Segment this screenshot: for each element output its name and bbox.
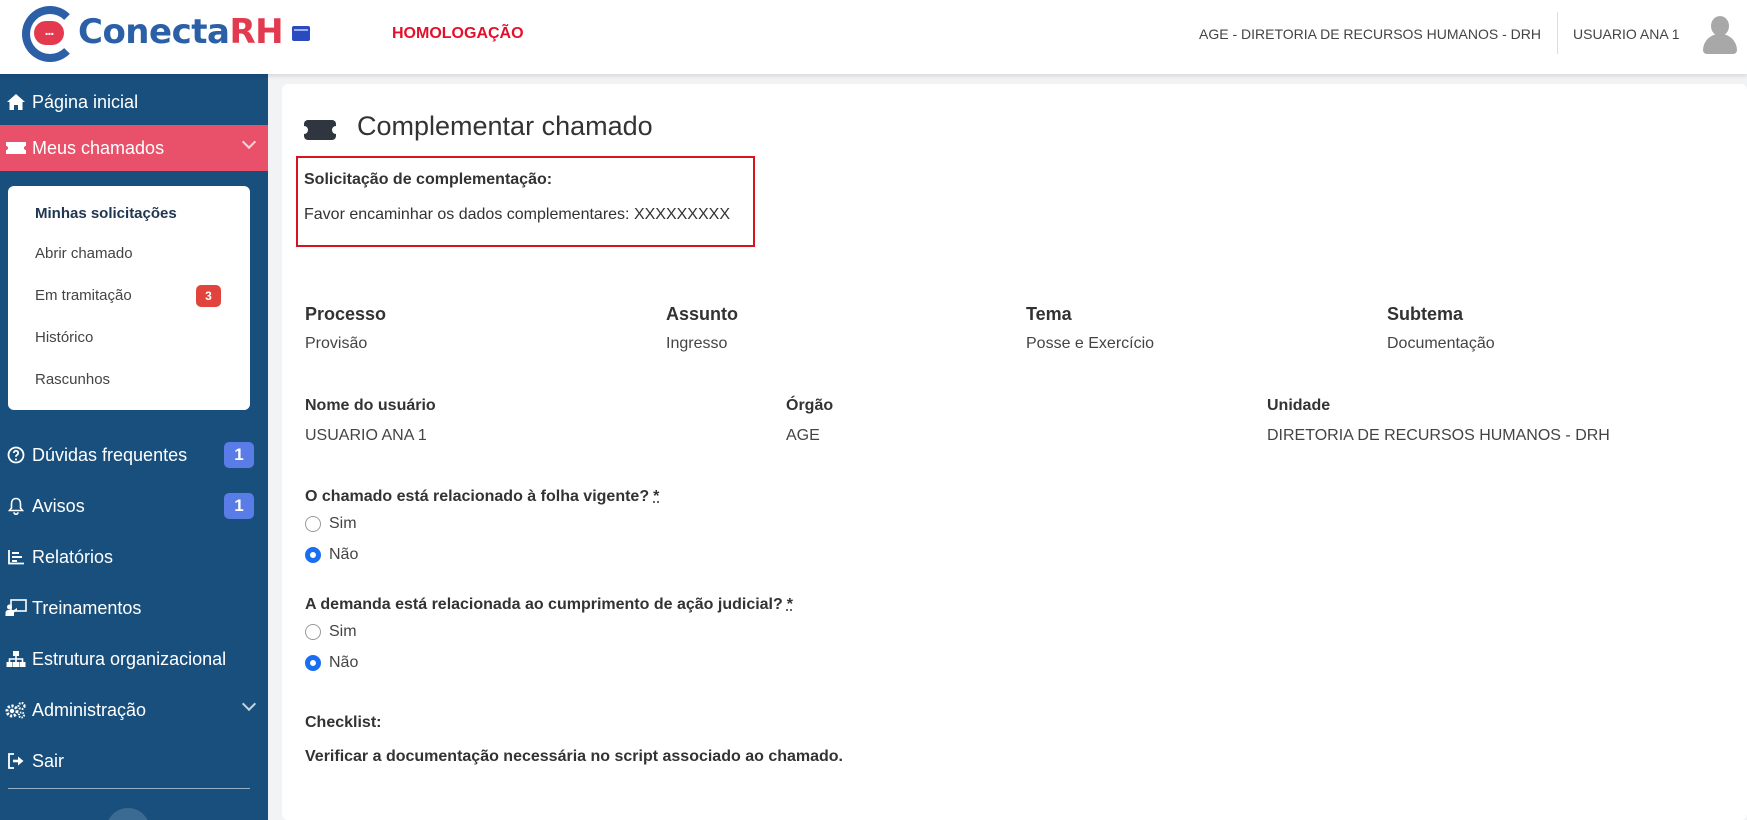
question-acao-judicial: A demanda está relacionada ao cumpriment… — [305, 596, 793, 614]
nav-label: Sair — [32, 750, 65, 771]
field-value-tema: Posse e Exercício — [1026, 335, 1155, 352]
complementation-request-box — [296, 156, 755, 247]
field-label-tema: Tema — [1026, 304, 1072, 324]
training-icon — [0, 599, 32, 617]
organization-name: AGE - DIRETORIA DE RECURSOS HUMANOS - DR… — [1198, 26, 1541, 42]
field-value-orgao: AGE — [786, 427, 820, 444]
radio-label: Não — [329, 654, 359, 671]
submenu-item-minhas-solicitacoes[interactable]: Minhas solicitações — [35, 205, 177, 222]
top-header: ... ConectaRH HOMOLOGAÇÃO AGE - DIRETORI… — [0, 0, 1747, 74]
ticket-icon — [300, 120, 340, 140]
nav-item-estrutura-organizacional[interactable]: Estrutura organizacional — [0, 636, 268, 682]
checklist-text: Verificar a documentação necessária no s… — [305, 748, 843, 765]
chevron-down-icon — [241, 696, 257, 712]
field-label-nome-usuario: Nome do usuário — [305, 397, 436, 414]
radio-checked-icon — [305, 547, 321, 563]
radio-label: Sim — [329, 623, 357, 640]
field-value-processo: Provisão — [305, 335, 368, 352]
nav-label: Dúvidas frequentes — [32, 444, 188, 465]
field-label-processo: Processo — [305, 304, 387, 324]
nav-label: Avisos — [32, 495, 85, 516]
radio-label: Sim — [329, 515, 357, 532]
window-icon[interactable] — [292, 26, 310, 41]
nav-label: Estrutura organizacional — [32, 648, 227, 669]
required-marker: * — [653, 488, 660, 505]
radio-unchecked-icon — [305, 624, 321, 640]
chat-bubble-icon: ... — [34, 21, 64, 45]
field-value-nome-usuario: USUARIO ANA 1 — [305, 427, 427, 444]
request-text: Favor encaminhar os dados complementares… — [304, 206, 730, 223]
home-icon — [0, 93, 32, 111]
logo-wordmark: ConectaRH — [78, 12, 284, 52]
nav-label: Página inicial — [32, 91, 139, 112]
meus-chamados-submenu: Minhas solicitações Abrir chamado Em tra… — [8, 186, 250, 410]
submenu-item-historico[interactable]: Histórico — [35, 329, 93, 346]
tramitacao-count-badge: 3 — [196, 285, 221, 307]
question-icon — [0, 446, 32, 464]
field-label-unidade: Unidade — [1267, 397, 1331, 414]
logo-text: Conecta — [78, 12, 230, 52]
conecta-rh-logo[interactable]: ... ConectaRH — [22, 6, 284, 68]
submenu-item-abrir-chamado[interactable]: Abrir chamado — [35, 245, 133, 262]
submenu-item-rascunhos[interactable]: Rascunhos — [35, 371, 110, 388]
submenu-item-em-tramitacao[interactable]: Em tramitação — [35, 287, 132, 304]
nav-label: Treinamentos — [32, 597, 142, 618]
sidebar: Página inicial Meus chamados Minhas soli… — [0, 74, 268, 820]
logo-rh-text: RH — [229, 12, 284, 52]
nav-item-pagina-inicial[interactable]: Página inicial — [0, 79, 268, 125]
request-label: Solicitação de complementação: — [304, 171, 553, 188]
sitemap-icon — [0, 650, 32, 668]
question-folha-vigente: O chamado está relacionado à folha vigen… — [305, 488, 659, 506]
field-value-unidade: DIRETORIA DE RECURSOS HUMANOS - DRH — [1267, 427, 1610, 444]
radio-unchecked-icon — [305, 516, 321, 532]
avatar-body — [1703, 34, 1737, 54]
header-divider — [1557, 12, 1558, 54]
nav-item-treinamentos[interactable]: Treinamentos — [0, 585, 268, 631]
field-value-assunto: Ingresso — [666, 335, 728, 352]
page-title: Complementar chamado — [357, 111, 653, 141]
avisos-count-badge: 1 — [224, 493, 254, 519]
nav-label: Meus chamados — [32, 137, 165, 158]
environment-label: HOMOLOGAÇÃO — [392, 25, 524, 42]
sidebar-divider — [8, 788, 250, 789]
nav-item-meus-chamados[interactable]: Meus chamados — [0, 125, 268, 171]
chart-icon — [0, 549, 32, 565]
question-text: O chamado está relacionado à folha vigen… — [305, 488, 650, 505]
logout-icon — [0, 752, 32, 770]
nav-item-administracao[interactable]: Administração — [0, 687, 268, 733]
ticket-icon — [0, 141, 32, 155]
avatar[interactable] — [1703, 16, 1737, 54]
field-label-assunto: Assunto — [666, 304, 738, 324]
nav-label: Administração — [32, 699, 147, 720]
radio-label: Não — [329, 546, 359, 563]
radio-folha-nao[interactable]: Não — [305, 546, 358, 564]
field-label-orgao: Órgão — [786, 397, 834, 414]
checklist-label: Checklist: — [305, 714, 382, 731]
duvidas-count-badge: 1 — [224, 442, 254, 468]
nav-item-relatorios[interactable]: Relatórios — [0, 534, 268, 580]
main-card: Complementar chamado Solicitação de comp… — [282, 84, 1747, 820]
required-marker: * — [786, 596, 794, 613]
radio-judicial-sim[interactable]: Sim — [305, 623, 357, 641]
user-name[interactable]: USUARIO ANA 1 — [1573, 26, 1680, 42]
chevron-down-icon — [241, 134, 257, 150]
field-label-subtema: Subtema — [1387, 304, 1464, 324]
nav-item-avisos[interactable]: Avisos 1 — [0, 483, 268, 529]
radio-judicial-nao[interactable]: Não — [305, 654, 358, 672]
avatar-head — [1711, 16, 1729, 36]
nav-item-duvidas-frequentes[interactable]: Dúvidas frequentes 1 — [0, 432, 268, 478]
field-value-subtema: Documentação — [1387, 335, 1495, 352]
question-text: A demanda está relacionada ao cumpriment… — [305, 596, 783, 613]
nav-item-sair[interactable]: Sair — [0, 738, 268, 784]
bell-icon — [0, 497, 32, 515]
nav-label: Relatórios — [32, 546, 114, 567]
radio-folha-sim[interactable]: Sim — [305, 515, 357, 533]
collapse-toggle[interactable] — [106, 808, 150, 820]
cogs-icon — [0, 701, 32, 719]
radio-checked-icon — [305, 655, 321, 671]
